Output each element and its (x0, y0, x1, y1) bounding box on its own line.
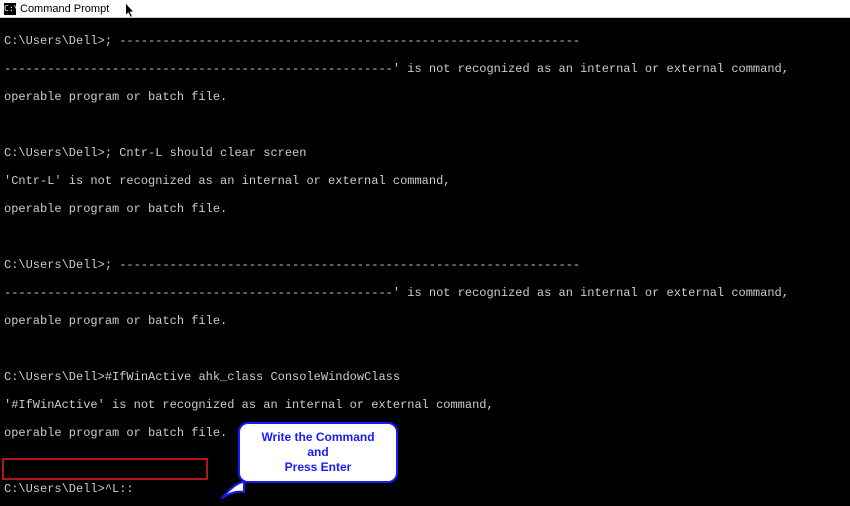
terminal-line: operable program or batch file. (4, 314, 846, 328)
terminal-line: ----------------------------------------… (4, 62, 846, 76)
cmd-icon: C:\ (4, 3, 16, 15)
terminal-line (4, 230, 846, 244)
mouse-cursor-icon (125, 3, 137, 19)
terminal-line: '#IfWinActive' is not recognized as an i… (4, 398, 846, 412)
terminal-line: operable program or batch file. (4, 202, 846, 216)
window-titlebar[interactable]: C:\ Command Prompt (0, 0, 850, 18)
instruction-callout: Write the Command and Press Enter (238, 422, 398, 483)
terminal-line: C:\Users\Dell>; ------------------------… (4, 258, 846, 272)
window-title: Command Prompt (20, 3, 109, 15)
terminal-output[interactable]: C:\Users\Dell>; ------------------------… (0, 18, 850, 506)
terminal-line: ----------------------------------------… (4, 286, 846, 300)
terminal-line (4, 118, 846, 132)
terminal-line: operable program or batch file. (4, 90, 846, 104)
terminal-line: C:\Users\Dell>; ------------------------… (4, 34, 846, 48)
terminal-line: 'Cntr-L' is not recognized as an interna… (4, 174, 846, 188)
terminal-line: C:\Users\Dell>#IfWinActive ahk_class Con… (4, 370, 846, 384)
callout-line2: Press Enter (285, 460, 352, 474)
terminal-line: operable program or batch file. (4, 426, 846, 440)
callout-line1: Write the Command and (261, 430, 374, 459)
terminal-line: C:\Users\Dell>^L:: (4, 482, 846, 496)
terminal-line: C:\Users\Dell>; Cntr-L should clear scre… (4, 146, 846, 160)
terminal-line (4, 342, 846, 356)
terminal-line (4, 454, 846, 468)
